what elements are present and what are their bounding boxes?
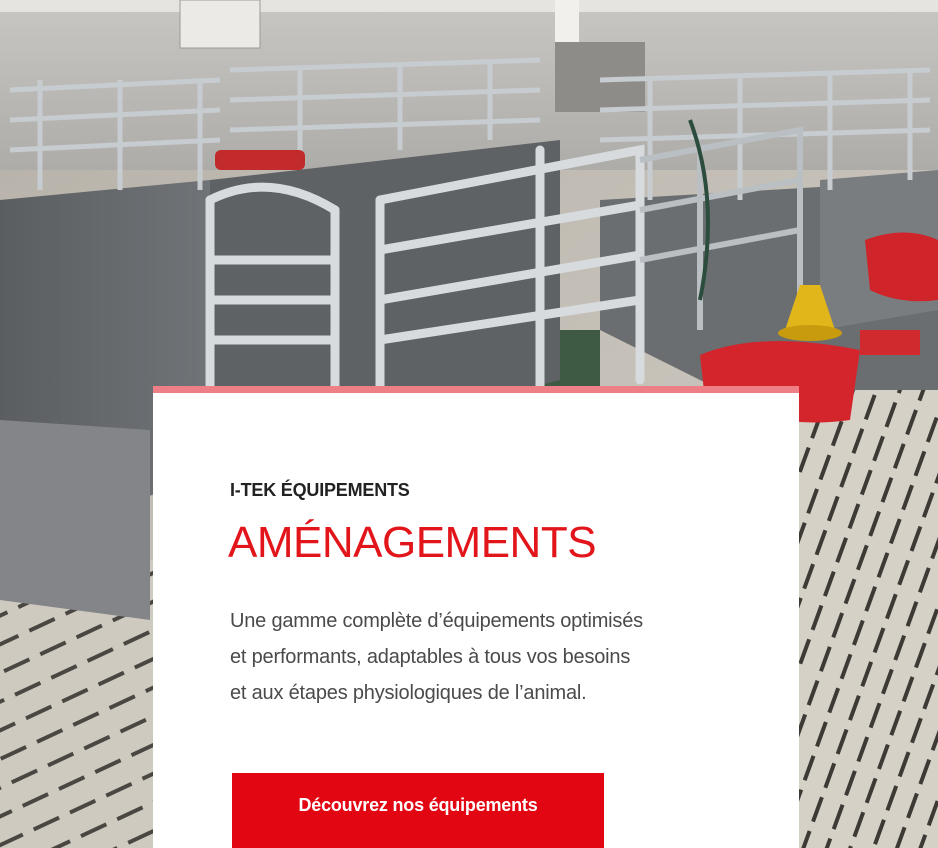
card-eyebrow: I-TEK ÉQUIPEMENTS xyxy=(230,480,410,500)
card-description: Une gamme complète d’équipements optimis… xyxy=(230,603,750,711)
card-title: AMÉNAGEMENTS xyxy=(228,518,597,567)
description-line: et aux étapes physiologiques de l’animal… xyxy=(230,682,587,704)
description-line: et performants, adaptables à tous vos be… xyxy=(230,646,631,668)
promo-card: I-TEK ÉQUIPEMENTS AMÉNAGEMENTS Une gamme… xyxy=(153,386,799,848)
discover-equipment-button[interactable]: Découvrez nos équipements xyxy=(232,773,604,848)
description-line: Une gamme complète d’équipements optimis… xyxy=(230,610,643,632)
hero-section: I-TEK ÉQUIPEMENTS AMÉNAGEMENTS Une gamme… xyxy=(0,0,938,848)
